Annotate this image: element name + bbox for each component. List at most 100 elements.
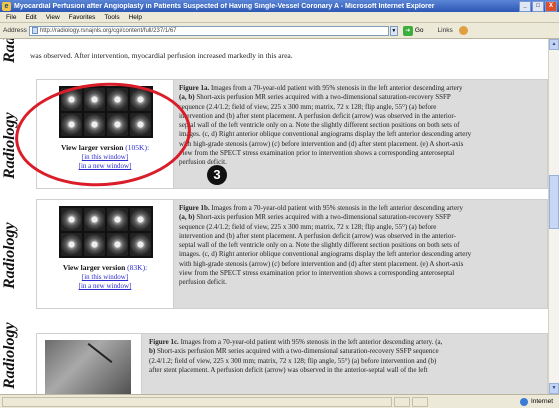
link-this-window[interactable]: [in this window]	[37, 273, 173, 281]
scroll-up-arrow-icon[interactable]: ▲	[549, 39, 559, 50]
address-label: Address	[3, 27, 27, 34]
menu-edit[interactable]: Edit	[25, 14, 36, 21]
caption-text: Images from a 70-year-old patient with 9…	[209, 84, 463, 92]
figure-1c: Figure 1c. Images from a 70-year-old pat…	[36, 333, 548, 394]
figure-caption: Figure 1a. Images from a 70-year-old pat…	[179, 84, 541, 168]
caption-text: septal wall of the left ventricle only o…	[179, 121, 460, 130]
window-title: Myocardial Perfusion after Angioplasty i…	[14, 2, 435, 10]
caption-text: images. (c, d) Right anterior oblique co…	[179, 130, 472, 139]
maximize-button[interactable]: □	[532, 0, 544, 12]
caption-line: view from the SPECT stress examination p…	[179, 149, 541, 158]
go-arrow-icon[interactable]: ➜	[402, 25, 413, 36]
caption-text: intervention and (b) after stent placeme…	[179, 111, 456, 120]
caption-text: Short-axis perfusion MR series acquired …	[155, 347, 439, 356]
globe-icon	[519, 397, 528, 406]
caption-line: images. (c, d) Right anterior oblique co…	[179, 130, 541, 139]
vertical-scrollbar[interactable]: ▲ ▼	[548, 39, 559, 394]
caption-text: intervention and (b) after stent placeme…	[179, 231, 456, 240]
toolbar-extension-icon[interactable]	[458, 26, 468, 35]
caption-text: Short-axis perfusion MR series acquired …	[194, 213, 451, 222]
menu-view[interactable]: View	[46, 14, 60, 21]
caption-lead: (a, b)	[179, 213, 195, 222]
caption-text: (2.4/1.2; field of view, 225 x 300 mm; m…	[149, 356, 437, 365]
scroll-down-arrow-icon[interactable]: ▼	[549, 383, 559, 394]
menu-tools[interactable]: Tools	[104, 14, 119, 21]
window-controls: _ □ X	[519, 0, 557, 12]
view-larger-label: View larger version (83K):	[62, 263, 148, 272]
status-pane	[412, 396, 428, 407]
security-zone: Internet	[519, 397, 553, 406]
links-button[interactable]: Links	[438, 27, 453, 34]
caption-text: perfusion deficit.	[179, 278, 227, 287]
thumbnail-panel	[37, 334, 142, 394]
thumbnail-panel: View larger version (83K): [in this wind…	[37, 200, 174, 308]
caption-text: septal wall of the left ventricle only o…	[179, 241, 460, 250]
caption-line: septal wall of the left ventricle only o…	[179, 241, 541, 250]
menu-bar: File Edit View Favorites Tools Help	[0, 12, 559, 23]
caption-text: Images from a 70-year-old patient with 9…	[209, 204, 463, 212]
caption-line: sequence (2.4/1.2; field of view, 225 x …	[179, 223, 541, 232]
page-icon	[31, 27, 38, 34]
minimize-button[interactable]: _	[519, 0, 531, 12]
caption-line: intervention and (b) after stent placeme…	[179, 232, 541, 241]
close-button[interactable]: X	[545, 0, 557, 12]
caption-line: Figure 1b. Images from a 70-year-old pat…	[179, 204, 541, 213]
caption-text: after stent placement. A perfusion defic…	[149, 365, 428, 374]
caption-line: with high-grade stenosis (arrow) (c) bef…	[179, 260, 541, 269]
journal-sidebar: Radiology Radiology Radiology Radiology	[0, 39, 22, 394]
menu-help[interactable]: Help	[129, 14, 142, 21]
status-pane	[394, 396, 410, 407]
caption-line: Figure 1c. Images from a 70-year-old pat…	[149, 338, 544, 347]
angiogram-thumbnail[interactable]	[45, 340, 131, 394]
url-text: http://radiology.rsnajnls.org/cgi/conten…	[39, 27, 177, 34]
caption-line: (a, b) Short-axis perfusion MR series ac…	[179, 93, 541, 102]
caption-line: Figure 1a. Images from a 70-year-old pat…	[179, 84, 541, 93]
caption-lead: Figure 1c.	[149, 338, 179, 346]
annotation-badge: 3	[207, 165, 227, 185]
figure-thumbnail[interactable]	[59, 206, 153, 258]
caption-text: Short-axis perfusion MR series acquired …	[194, 93, 451, 102]
menu-favorites[interactable]: Favorites	[69, 14, 96, 21]
address-bar: Address http://radiology.rsnajnls.org/cg…	[0, 23, 559, 39]
caption-line: images. (c, d) Right anterior oblique co…	[179, 250, 541, 259]
figure-caption: Figure 1c. Images from a 70-year-old pat…	[149, 338, 544, 375]
sidebar-wordmark: Radiology	[1, 322, 18, 389]
caption-text: view from the SPECT stress examination p…	[179, 149, 455, 158]
caption-lead: (a, b)	[179, 93, 195, 102]
caption-line: septal wall of the left ventricle only o…	[179, 121, 541, 130]
caption-text: images. (c, d) Right anterior oblique co…	[179, 250, 472, 259]
link-new-window[interactable]: [in a new window]	[37, 282, 173, 290]
caption-lead: Figure 1b.	[179, 204, 210, 212]
figure-caption: Figure 1b. Images from a 70-year-old pat…	[179, 204, 541, 288]
menu-file[interactable]: File	[6, 14, 16, 21]
caption-lead: Figure 1a.	[179, 84, 210, 92]
status-pane	[2, 396, 392, 407]
caption-text: sequence (2.4/1.2; field of view, 225 x …	[179, 102, 437, 111]
caption-line: (2.4/1.2; field of view, 225 x 300 mm; m…	[149, 357, 544, 366]
caption-text: with high-grade stenosis (arrow) (c) bef…	[179, 139, 464, 148]
caption-line: (a, b) Short-axis perfusion MR series ac…	[179, 213, 541, 222]
intro-text: was observed. After intervention, myocar…	[30, 51, 293, 60]
zone-label: Internet	[530, 398, 553, 405]
ie-logo-icon: e	[2, 1, 11, 11]
caption-text: view from the SPECT stress examination p…	[179, 269, 455, 278]
caption-text: Images from a 70-year-old patient with 9…	[178, 338, 443, 346]
caption-line: perfusion deficit.	[179, 158, 541, 167]
sidebar-wordmark: Radiology	[1, 39, 19, 63]
url-field[interactable]: http://radiology.rsnajnls.org/cgi/conten…	[28, 25, 389, 36]
caption-line: with high-grade stenosis (arrow) (c) bef…	[179, 140, 541, 149]
go-button[interactable]: Go	[415, 27, 424, 34]
status-bar: Internet	[0, 394, 559, 408]
caption-line: perfusion deficit.	[179, 278, 541, 287]
caption-text: with high-grade stenosis (arrow) (c) bef…	[179, 259, 464, 268]
chevron-down-icon[interactable]: ▼	[389, 25, 398, 36]
title-bar: e Myocardial Perfusion after Angioplasty…	[0, 0, 559, 12]
scrollbar-thumb[interactable]	[549, 175, 559, 229]
caption-text: sequence (2.4/1.2; field of view, 225 x …	[179, 222, 437, 231]
caption-line: view from the SPECT stress examination p…	[179, 269, 541, 278]
caption-line: b) Short-axis perfusion MR series acquir…	[149, 347, 544, 356]
caption-line: sequence (2.4/1.2; field of view, 225 x …	[179, 103, 541, 112]
caption-line: intervention and (b) after stent placeme…	[179, 112, 541, 121]
caption-line: after stent placement. A perfusion defic…	[149, 366, 544, 375]
sidebar-wordmark: Radiology	[1, 222, 18, 289]
